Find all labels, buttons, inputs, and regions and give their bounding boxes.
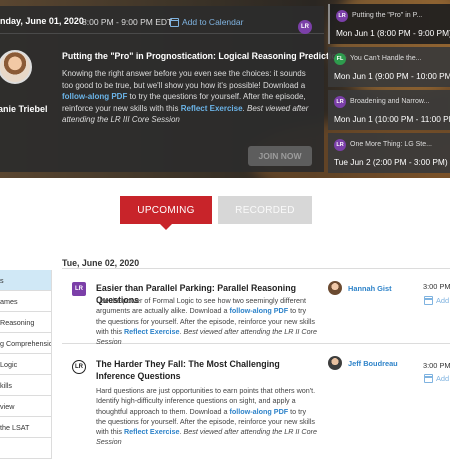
calendar-icon	[170, 17, 179, 27]
lr-badge-icon: LR	[298, 20, 312, 34]
side-session-time: Mon Jun 1 (9:00 PM - 10:00 PM)	[334, 71, 450, 81]
calendar-icon	[424, 374, 433, 383]
side-session-title: One More Thing: LG Ste...	[350, 141, 432, 148]
featured-time: 8:00 PM - 9:00 PM EDT	[82, 17, 173, 27]
lr-badge-icon: LR	[334, 139, 346, 151]
featured-session-header: nday, June 01, 2020 8:00 PM - 9:00 PM ED…	[0, 6, 324, 34]
side-session-title: Putting the "Pro" in P...	[352, 12, 423, 19]
side-session-time: Mon Jun 1 (10:00 PM - 11:00 PM)	[334, 114, 450, 124]
calendar-icon	[424, 296, 433, 305]
nav-item[interactable]: Logic	[0, 354, 52, 375]
side-session-card[interactable]: LR Broadening and Narrow... Mon Jun 1 (1…	[328, 90, 450, 130]
event-title[interactable]: The Harder They Fall: The Most Challengi…	[96, 358, 316, 382]
featured-description: Knowing the right answer before you even…	[62, 69, 309, 124]
host-name[interactable]: Jeff Boudreau	[348, 359, 398, 368]
follow-along-pdf-link[interactable]: follow-along PDF	[229, 306, 288, 315]
side-session-card[interactable]: LR One More Thing: LG Ste... Tue Jun 2 (…	[328, 133, 450, 173]
category-nav: s ames Reasoning g Comprehension Logic k…	[0, 270, 52, 459]
event-time: 3:00 PM –	[423, 361, 450, 370]
schedule-event: LR The Harder They Fall: The Most Challe…	[62, 344, 450, 450]
reflect-exercise-link[interactable]: Reflect Exercise	[181, 104, 243, 113]
event-time: 3:00 PM –	[423, 282, 450, 291]
featured-date: nday, June 01, 2020	[0, 16, 84, 26]
lr-badge-icon: LR	[336, 10, 348, 22]
nav-item[interactable]: Reasoning	[0, 312, 52, 333]
divider	[62, 268, 450, 269]
featured-session-card: nday, June 01, 2020 8:00 PM - 9:00 PM ED…	[0, 6, 347, 172]
side-session-card[interactable]: LR Putting the "Pro" in P... Mon Jun 1 (…	[328, 4, 450, 44]
event-description: Hard questions are just opportunities to…	[96, 386, 317, 447]
nav-item[interactable]	[0, 438, 52, 459]
join-now-button[interactable]: JOIN NOW	[248, 146, 312, 166]
fl-badge-icon: FL	[334, 53, 346, 65]
nav-item[interactable]: ames	[0, 291, 52, 312]
featured-title: Putting the "Pro" in Prognostication: Lo…	[62, 51, 347, 61]
nav-item[interactable]: s	[0, 270, 52, 291]
nav-item[interactable]: view	[0, 396, 52, 417]
nav-item[interactable]: the LSAT	[0, 417, 52, 438]
speaker-avatar	[0, 50, 32, 84]
side-session-card[interactable]: FL You Can't Handle the... Mon Jun 1 (9:…	[328, 47, 450, 87]
side-session-time: Mon Jun 1 (8:00 PM - 9:00 PM)	[336, 28, 450, 38]
speaker-name: anie Triebel	[0, 104, 48, 114]
host-name[interactable]: Hannah Gist	[348, 284, 392, 293]
tab-upcoming[interactable]: UPCOMING	[120, 196, 212, 230]
reflect-exercise-link[interactable]: Reflect Exercise	[124, 327, 180, 336]
hero-banner: nday, June 01, 2020 8:00 PM - 9:00 PM ED…	[0, 0, 450, 178]
lr-badge-icon: LR	[72, 282, 86, 296]
add-to-calendar-link[interactable]: Add	[424, 296, 449, 305]
lr-badge-icon: LR	[72, 360, 86, 374]
side-session-time: Tue Jun 2 (2:00 PM - 3:00 PM)	[334, 157, 448, 167]
add-to-calendar-link[interactable]: Add	[424, 374, 449, 383]
nav-item[interactable]: kills	[0, 375, 52, 396]
day-header: Tue, June 02, 2020	[62, 258, 140, 268]
event-description: Use the power of Formal Logic to see how…	[96, 296, 317, 347]
side-session-title: You Can't Handle the...	[350, 55, 422, 62]
add-to-calendar-link[interactable]: Add to Calendar	[170, 17, 243, 27]
tab-recorded[interactable]: RECORDED	[218, 196, 312, 224]
add-to-calendar-label: Add to Calendar	[182, 17, 244, 27]
side-session-title: Broadening and Narrow...	[350, 98, 430, 105]
nav-item[interactable]: g Comprehension	[0, 333, 52, 354]
upcoming-sessions-sidebar: LR Putting the "Pro" in P... Mon Jun 1 (…	[328, 4, 450, 176]
follow-along-pdf-link[interactable]: follow-along PDF	[229, 407, 288, 416]
host-avatar	[328, 281, 342, 295]
follow-along-pdf-link[interactable]: follow-along PDF	[62, 92, 127, 101]
host-avatar	[328, 356, 342, 370]
schedule-tabs: UPCOMING RECORDED	[0, 196, 450, 232]
schedule-event: LR Easier than Parallel Parking: Paralle…	[62, 270, 450, 347]
reflect-exercise-link[interactable]: Reflect Exercise	[124, 427, 180, 436]
lr-badge-icon: LR	[334, 96, 346, 108]
